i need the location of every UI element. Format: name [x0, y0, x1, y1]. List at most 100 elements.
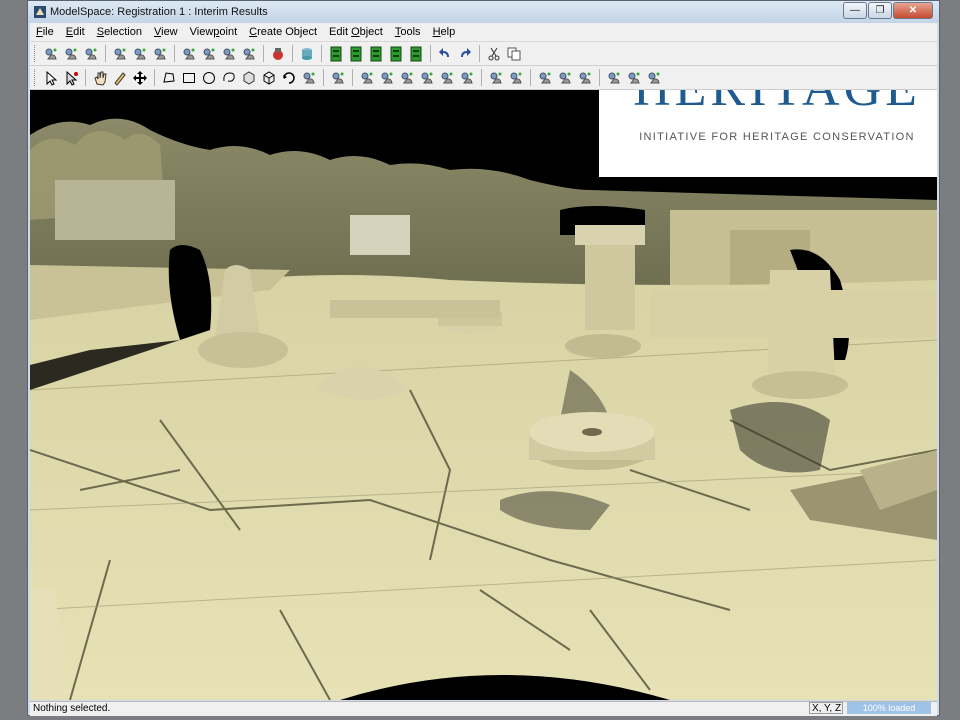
green-view-4-icon [390, 46, 402, 61]
toolbar-main [30, 42, 937, 66]
cloud-tool-9-button[interactable] [537, 70, 553, 86]
rect-fence-button[interactable] [181, 70, 197, 86]
polygon-fence-icon [163, 71, 175, 83]
menu-edit-object[interactable]: Edit Object [323, 26, 389, 38]
measure-icon [303, 72, 315, 83]
seek-button[interactable] [181, 46, 197, 62]
point-cloud-viewport[interactable]: HERITAGE INITIATIVE FOR HERITAGE CONSERV… [30, 90, 937, 700]
seek-button[interactable] [201, 46, 217, 62]
green-view-1-button[interactable] [328, 46, 344, 62]
cloud-tool-4-button[interactable] [419, 70, 435, 86]
green-view-2-icon [350, 46, 362, 61]
registration-icon [273, 47, 283, 60]
toolbar-separator [85, 69, 86, 86]
menu-help[interactable]: Help [427, 26, 462, 38]
select-point-icon [66, 70, 78, 86]
toolbar-separator [263, 45, 264, 62]
cloud-tool-10-button[interactable] [557, 70, 573, 86]
menu-create-object[interactable]: Create Object [243, 26, 323, 38]
toolbar-grip[interactable] [34, 69, 38, 86]
add-cloud-button[interactable] [63, 46, 79, 62]
hand-pan-button[interactable] [92, 70, 108, 86]
select-point-button[interactable] [63, 70, 79, 86]
green-view-5-icon [410, 46, 422, 61]
cloud-tool-1-button[interactable] [359, 70, 375, 86]
green-view-3-button[interactable] [368, 46, 384, 62]
cloud-tool-12-button[interactable] [606, 70, 622, 86]
cloud-tool-11-button[interactable] [577, 70, 593, 86]
point-cloud-scene [30, 90, 937, 700]
eye-icon [154, 48, 166, 59]
menu-edit[interactable]: Edit [60, 26, 91, 38]
move-button[interactable] [132, 70, 148, 86]
pencil-button[interactable] [112, 70, 128, 86]
cloud-tool-6-icon [461, 72, 473, 83]
cloud-tool-13-button[interactable] [626, 70, 642, 86]
green-view-5-button[interactable] [408, 46, 424, 62]
cloud-tool-7-button[interactable] [488, 70, 504, 86]
select-arrow-button[interactable] [43, 70, 59, 86]
database-button[interactable] [299, 46, 315, 62]
layer-button[interactable] [132, 46, 148, 62]
green-view-2-button[interactable] [348, 46, 364, 62]
scan-world-button[interactable] [112, 46, 128, 62]
select-arrow-icon [46, 70, 58, 86]
cloud-tool-3-button[interactable] [399, 70, 415, 86]
cut-button[interactable] [486, 46, 502, 62]
menu-file[interactable]: File [30, 26, 60, 38]
cloud-tool-14-button[interactable] [646, 70, 662, 86]
cloud-tool-8-button[interactable] [508, 70, 524, 86]
copy-button[interactable] [506, 46, 522, 62]
menu-tools[interactable]: Tools [389, 26, 427, 38]
minimize-icon: — [850, 5, 860, 16]
cloud-tool-5-button[interactable] [439, 70, 455, 86]
cube-button[interactable] [261, 70, 277, 86]
cloud-tool-4-icon [421, 72, 433, 83]
measure-button[interactable] [301, 70, 317, 86]
move-icon [133, 70, 147, 85]
filter-button[interactable] [83, 46, 99, 62]
polygon-fence-button[interactable] [161, 70, 177, 86]
pencil-icon [114, 71, 126, 86]
heritage-subtitle: INITIATIVE FOR HERITAGE CONSERVATION [639, 131, 915, 143]
menu-view[interactable]: View [148, 26, 184, 38]
layer-icon [134, 48, 146, 59]
window-title: ModelSpace: Registration 1 : Interim Res… [50, 6, 268, 18]
hide-button[interactable] [221, 46, 237, 62]
point-button[interactable] [330, 70, 346, 86]
cloud-tool-3-icon [401, 72, 413, 83]
circle-fence-button[interactable] [201, 70, 217, 86]
green-view-4-button[interactable] [388, 46, 404, 62]
minimize-button[interactable]: — [843, 2, 867, 19]
toolbar-separator [352, 69, 353, 86]
undo-button[interactable] [437, 46, 453, 62]
toolbar-separator [530, 69, 531, 86]
app-icon [34, 6, 46, 18]
eye-button[interactable] [152, 46, 168, 62]
registration-button[interactable] [270, 46, 286, 62]
cloud-tool-11-icon [579, 72, 591, 83]
menu-selection[interactable]: Selection [91, 26, 148, 38]
rotate-button[interactable] [281, 70, 297, 86]
cloud-tool-2-button[interactable] [379, 70, 395, 86]
lasso-icon [223, 71, 235, 82]
menu-bar: File Edit Selection View Viewpoint Creat… [30, 23, 937, 42]
show-button[interactable] [241, 46, 257, 62]
toolbar-grip[interactable] [34, 45, 38, 62]
box-button[interactable] [241, 70, 257, 86]
title-bar[interactable]: ModelSpace: Registration 1 : Interim Res… [28, 1, 939, 23]
toolbar-separator [479, 45, 480, 62]
cloud-tool-8-icon [510, 72, 522, 83]
new-cloud-button[interactable] [43, 46, 59, 62]
status-message: Nothing selected. [33, 703, 111, 714]
filter-icon [85, 48, 97, 59]
restore-button[interactable]: ❐ [868, 2, 892, 19]
lasso-button[interactable] [221, 70, 237, 86]
redo-button[interactable] [457, 46, 473, 62]
cloud-tool-10-icon [559, 72, 571, 83]
cloud-tool-6-button[interactable] [459, 70, 475, 86]
menu-viewpoint[interactable]: Viewpoint [184, 26, 244, 38]
scan-world-icon [114, 48, 126, 59]
close-button[interactable]: ✕ [893, 2, 933, 19]
seek-icon [183, 48, 195, 59]
